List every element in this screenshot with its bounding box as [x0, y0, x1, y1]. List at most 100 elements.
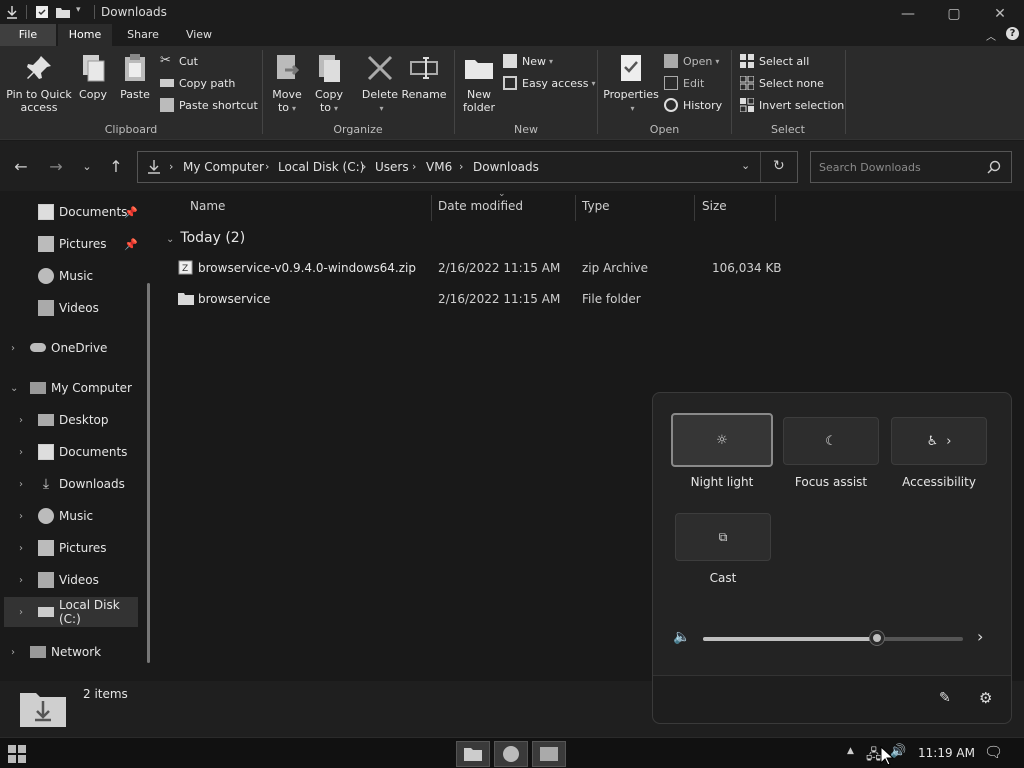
column-separator[interactable] [431, 195, 432, 221]
sidebar-scrollbar[interactable] [147, 283, 150, 663]
copy-to-button[interactable]: Copy to ▾ [309, 52, 349, 115]
edit-button[interactable]: Edit [664, 73, 704, 93]
volume-thumb[interactable] [870, 631, 885, 645]
easy-access-button[interactable]: Easy access ▾ [503, 73, 596, 93]
tab-view[interactable]: View [172, 24, 226, 46]
invert-selection-button[interactable]: Invert selection [740, 95, 844, 115]
column-header-type[interactable]: Type [582, 199, 610, 221]
column-separator[interactable] [575, 195, 576, 221]
column-separator[interactable] [694, 195, 695, 221]
expand-chevron-icon[interactable]: › [11, 343, 15, 354]
delete-button[interactable]: Delete ▾ [359, 52, 401, 115]
copy-path-button[interactable]: Copy path [160, 73, 235, 93]
column-separator[interactable] [775, 195, 776, 221]
tab-home[interactable]: Home [58, 24, 112, 46]
forward-button[interactable]: → [45, 154, 67, 178]
pin-quick-access-button[interactable]: Pin to Quick access [4, 52, 74, 114]
focus-assist-toggle[interactable]: ☾ [783, 417, 879, 465]
sidebar-item-pictures[interactable]: › Pictures [0, 533, 150, 563]
sidebar-item-my-computer[interactable]: ⌄ My Computer [0, 373, 150, 403]
sidebar-item-desktop[interactable]: › Desktop [0, 405, 150, 435]
show-hidden-icons-icon[interactable]: ▲ [847, 746, 854, 756]
cut-button[interactable]: ✂ Cut [160, 51, 198, 71]
night-light-toggle[interactable]: ☼ [671, 413, 773, 467]
speaker-icon[interactable]: 🔈 [673, 629, 690, 645]
sidebar-item-downloads[interactable]: › ⤓ Downloads [0, 469, 150, 499]
new-item-button[interactable]: New ▾ [503, 51, 553, 71]
up-button[interactable]: ↑ [105, 154, 127, 178]
tab-share[interactable]: Share [116, 24, 170, 46]
column-header-date[interactable]: Date modified [438, 199, 523, 221]
back-button[interactable]: ← [10, 154, 32, 178]
sidebar-item-quick-music[interactable]: Music [0, 261, 150, 291]
select-all-button[interactable]: Select all [740, 51, 809, 71]
sidebar-item-quick-videos[interactable]: Videos [0, 293, 150, 323]
expand-chevron-icon[interactable]: › [19, 415, 23, 426]
settings-gear-icon[interactable]: ⚙ [979, 689, 992, 707]
file-row[interactable]: browservice 2/16/2022 11:15 AM File fold… [160, 286, 1024, 314]
expand-chevron-icon[interactable]: › [19, 479, 23, 490]
collapse-ribbon-icon[interactable]: ︿ [986, 28, 996, 43]
address-bar[interactable]: › My Computer › Local Disk (C:) › Users … [137, 151, 798, 183]
recent-locations-button[interactable]: ⌄ [76, 154, 98, 178]
expand-chevron-icon[interactable]: › [19, 575, 23, 586]
search-box[interactable]: Search Downloads [810, 151, 1012, 183]
select-none-button[interactable]: Select none [740, 73, 824, 93]
edit-pencil-icon[interactable]: ✎ [939, 690, 951, 706]
customize-toolbar-icon[interactable]: ▾ [76, 5, 81, 15]
file-row[interactable]: Z browservice-v0.9.4.0-windows64.zip 2/1… [160, 255, 1024, 283]
sidebar-item-quick-documents[interactable]: Documents 📌 [0, 197, 150, 227]
breadcrumb-downloads[interactable]: Downloads [473, 160, 539, 174]
paste-button[interactable]: Paste [116, 52, 154, 101]
column-header-size[interactable]: Size [702, 199, 727, 221]
taskbar-file-explorer[interactable] [456, 741, 490, 767]
expand-chevron-icon[interactable]: › [19, 511, 23, 522]
chevron-right-icon[interactable]: › [977, 627, 983, 646]
breadcrumb-vm6[interactable]: VM6 [426, 160, 452, 174]
expand-chevron-icon[interactable]: › [11, 647, 15, 658]
breadcrumb-my-computer[interactable]: My Computer [183, 160, 264, 174]
search-icon[interactable] [987, 160, 1001, 174]
address-dropdown-icon[interactable]: ⌄ [741, 159, 750, 172]
help-icon[interactable]: ? [1006, 27, 1019, 40]
breadcrumb-local-disk[interactable]: Local Disk (C:) [278, 160, 364, 174]
sidebar-item-videos[interactable]: › Videos [0, 565, 150, 595]
sidebar-item-onedrive[interactable]: › OneDrive [0, 333, 150, 363]
rename-button[interactable]: Rename [401, 52, 447, 101]
copy-button[interactable]: Copy [74, 52, 112, 101]
properties-button[interactable]: Properties ▾ [602, 52, 660, 115]
cast-toggle[interactable]: ⧉ [675, 513, 771, 561]
pin-icon[interactable]: 📌 [124, 206, 138, 219]
expand-chevron-icon[interactable]: › [19, 543, 23, 554]
properties-check-icon[interactable] [34, 4, 50, 20]
expand-chevron-icon[interactable]: › [19, 607, 23, 618]
pin-icon[interactable]: 📌 [124, 238, 138, 251]
volume-slider[interactable] [703, 631, 963, 645]
paste-shortcut-button[interactable]: Paste shortcut [160, 95, 258, 115]
open-button[interactable]: Open ▾ [664, 51, 719, 71]
history-button[interactable]: History [664, 95, 722, 115]
accessibility-toggle[interactable]: ♿ › [891, 417, 987, 465]
expand-chevron-icon[interactable]: › [19, 447, 23, 458]
new-folder-button[interactable]: New folder [459, 52, 499, 114]
sidebar-item-music[interactable]: › Music [0, 501, 150, 531]
tab-file[interactable]: File [0, 24, 56, 46]
taskbar-browser[interactable] [494, 741, 528, 767]
breadcrumb-separator-icon: › [412, 160, 417, 173]
sidebar-item-quick-pictures[interactable]: Pictures 📌 [0, 229, 150, 259]
collapse-chevron-icon[interactable]: ⌄ [10, 383, 18, 394]
windows-start-icon[interactable] [8, 745, 26, 763]
new-folder-icon[interactable] [55, 4, 71, 20]
column-header-name[interactable]: Name [190, 199, 225, 221]
sidebar-item-network[interactable]: › Network [0, 637, 150, 667]
notifications-icon[interactable]: 🗨 [984, 743, 1003, 761]
sidebar-item-documents[interactable]: › Documents [0, 437, 150, 467]
sidebar-item-local-disk[interactable]: › Local Disk (C:) [4, 597, 138, 627]
group-header[interactable]: ⌄ Today (2) [166, 230, 245, 246]
breadcrumb-users[interactable]: Users [375, 160, 409, 174]
clock[interactable]: 11:19 AM [918, 746, 975, 760]
move-to-button[interactable]: Move to ▾ [267, 52, 307, 115]
taskbar-remote-desktop[interactable] [532, 741, 566, 767]
refresh-icon[interactable]: ↻ [773, 158, 785, 174]
download-arrow-icon[interactable] [4, 4, 20, 20]
